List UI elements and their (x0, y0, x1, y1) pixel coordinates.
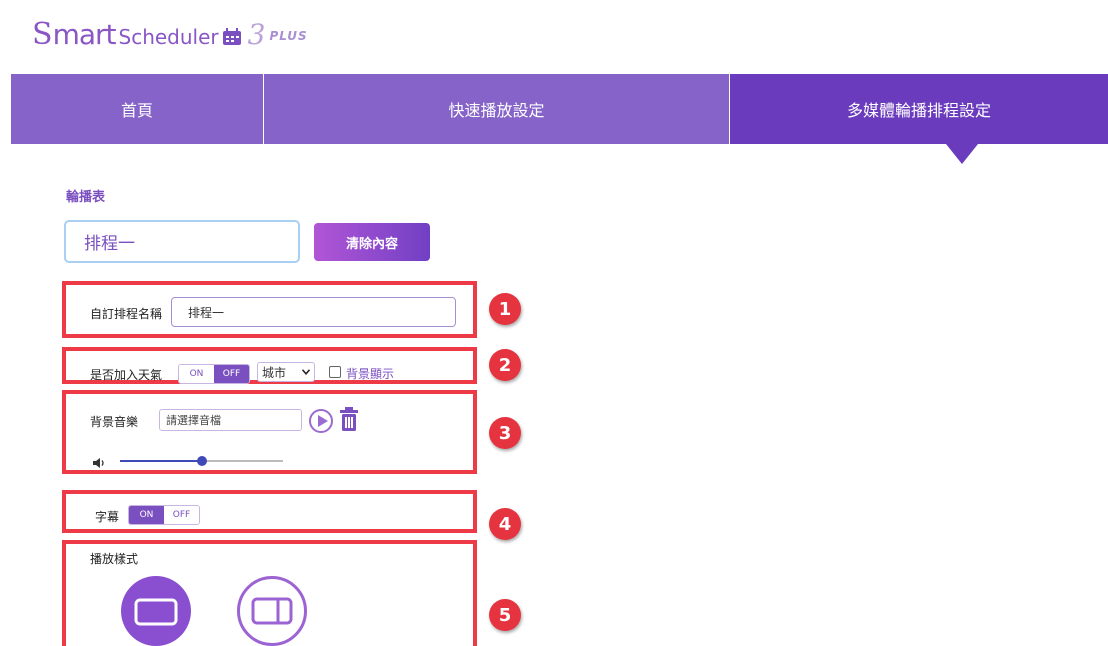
background-display-label: 背景顯示 (346, 367, 395, 381)
play-style-label: 播放樣式 (90, 552, 139, 566)
marker-5: 5 (489, 599, 521, 631)
custom-name-label: 自訂排程名稱 (90, 307, 163, 321)
nav-tab-label: 多媒體輪播排程設定 (846, 101, 991, 120)
play-icon[interactable] (309, 409, 333, 433)
nav-tab-quick-play[interactable]: 快速播放設定 (264, 74, 730, 144)
chevron-down-icon (302, 369, 310, 375)
split-layout-icon (251, 597, 293, 625)
volume-slider-fill (120, 460, 202, 462)
subtitle-toggle: ON OFF (128, 505, 200, 525)
subtitle-label: 字幕 (95, 510, 120, 524)
fullscreen-style-option[interactable] (121, 576, 191, 646)
app-logo: S mart Scheduler 3 PLUS (32, 12, 308, 52)
calendar-icon (222, 28, 241, 45)
nav-tab-home[interactable]: 首頁 (11, 74, 264, 144)
city-select-value: 城市 (262, 365, 287, 380)
marker-2: 2 (489, 349, 521, 381)
nav-tab-multimedia-schedule[interactable]: 多媒體輪播排程設定 (730, 74, 1108, 144)
section-title: 輪播表 (66, 190, 106, 205)
marker-1: 1 (489, 293, 521, 325)
subtitle-on-option[interactable]: ON (129, 506, 164, 524)
marker-4: 4 (489, 508, 521, 540)
main-nav: 首頁 快速播放設定 多媒體輪播排程設定 (11, 74, 1108, 144)
nav-tab-label: 首頁 (120, 101, 153, 120)
clear-content-button[interactable]: 清除內容 (314, 223, 430, 261)
logo-version: 3 (247, 18, 266, 51)
page: S mart Scheduler 3 PLUS 首頁 快速播放設定 多媒體輪播排… (0, 0, 1108, 646)
background-display-checkbox[interactable] (329, 366, 341, 378)
weather-toggle: ON OFF (178, 364, 250, 384)
music-file-input[interactable]: 請選擇音檔 (159, 409, 302, 431)
logo-mart: mart (52, 18, 117, 51)
marker-3: 3 (489, 417, 521, 449)
nav-tab-label: 快速播放設定 (448, 101, 545, 120)
weather-on-option[interactable]: ON (179, 365, 214, 383)
weather-label: 是否加入天氣 (90, 368, 163, 382)
volume-slider-handle[interactable] (197, 456, 207, 466)
fullscreen-layout-icon (134, 598, 178, 626)
custom-name-field[interactable]: 排程一 (171, 297, 456, 327)
active-tab-indicator (946, 144, 978, 164)
weather-off-option[interactable]: OFF (214, 365, 249, 383)
highlight-box-4 (62, 490, 477, 533)
volume-icon (93, 458, 104, 468)
logo-scheduler: Scheduler (118, 25, 219, 49)
subtitle-off-option[interactable]: OFF (164, 506, 199, 524)
city-select[interactable]: 城市 (257, 362, 315, 382)
schedule-selector[interactable]: 排程一 (64, 220, 300, 263)
split-style-option[interactable] (237, 576, 307, 646)
music-label: 背景音樂 (90, 415, 139, 429)
logo-plus: PLUS (269, 29, 308, 43)
trash-icon[interactable] (340, 406, 358, 432)
logo-letter-s: S (32, 17, 53, 52)
